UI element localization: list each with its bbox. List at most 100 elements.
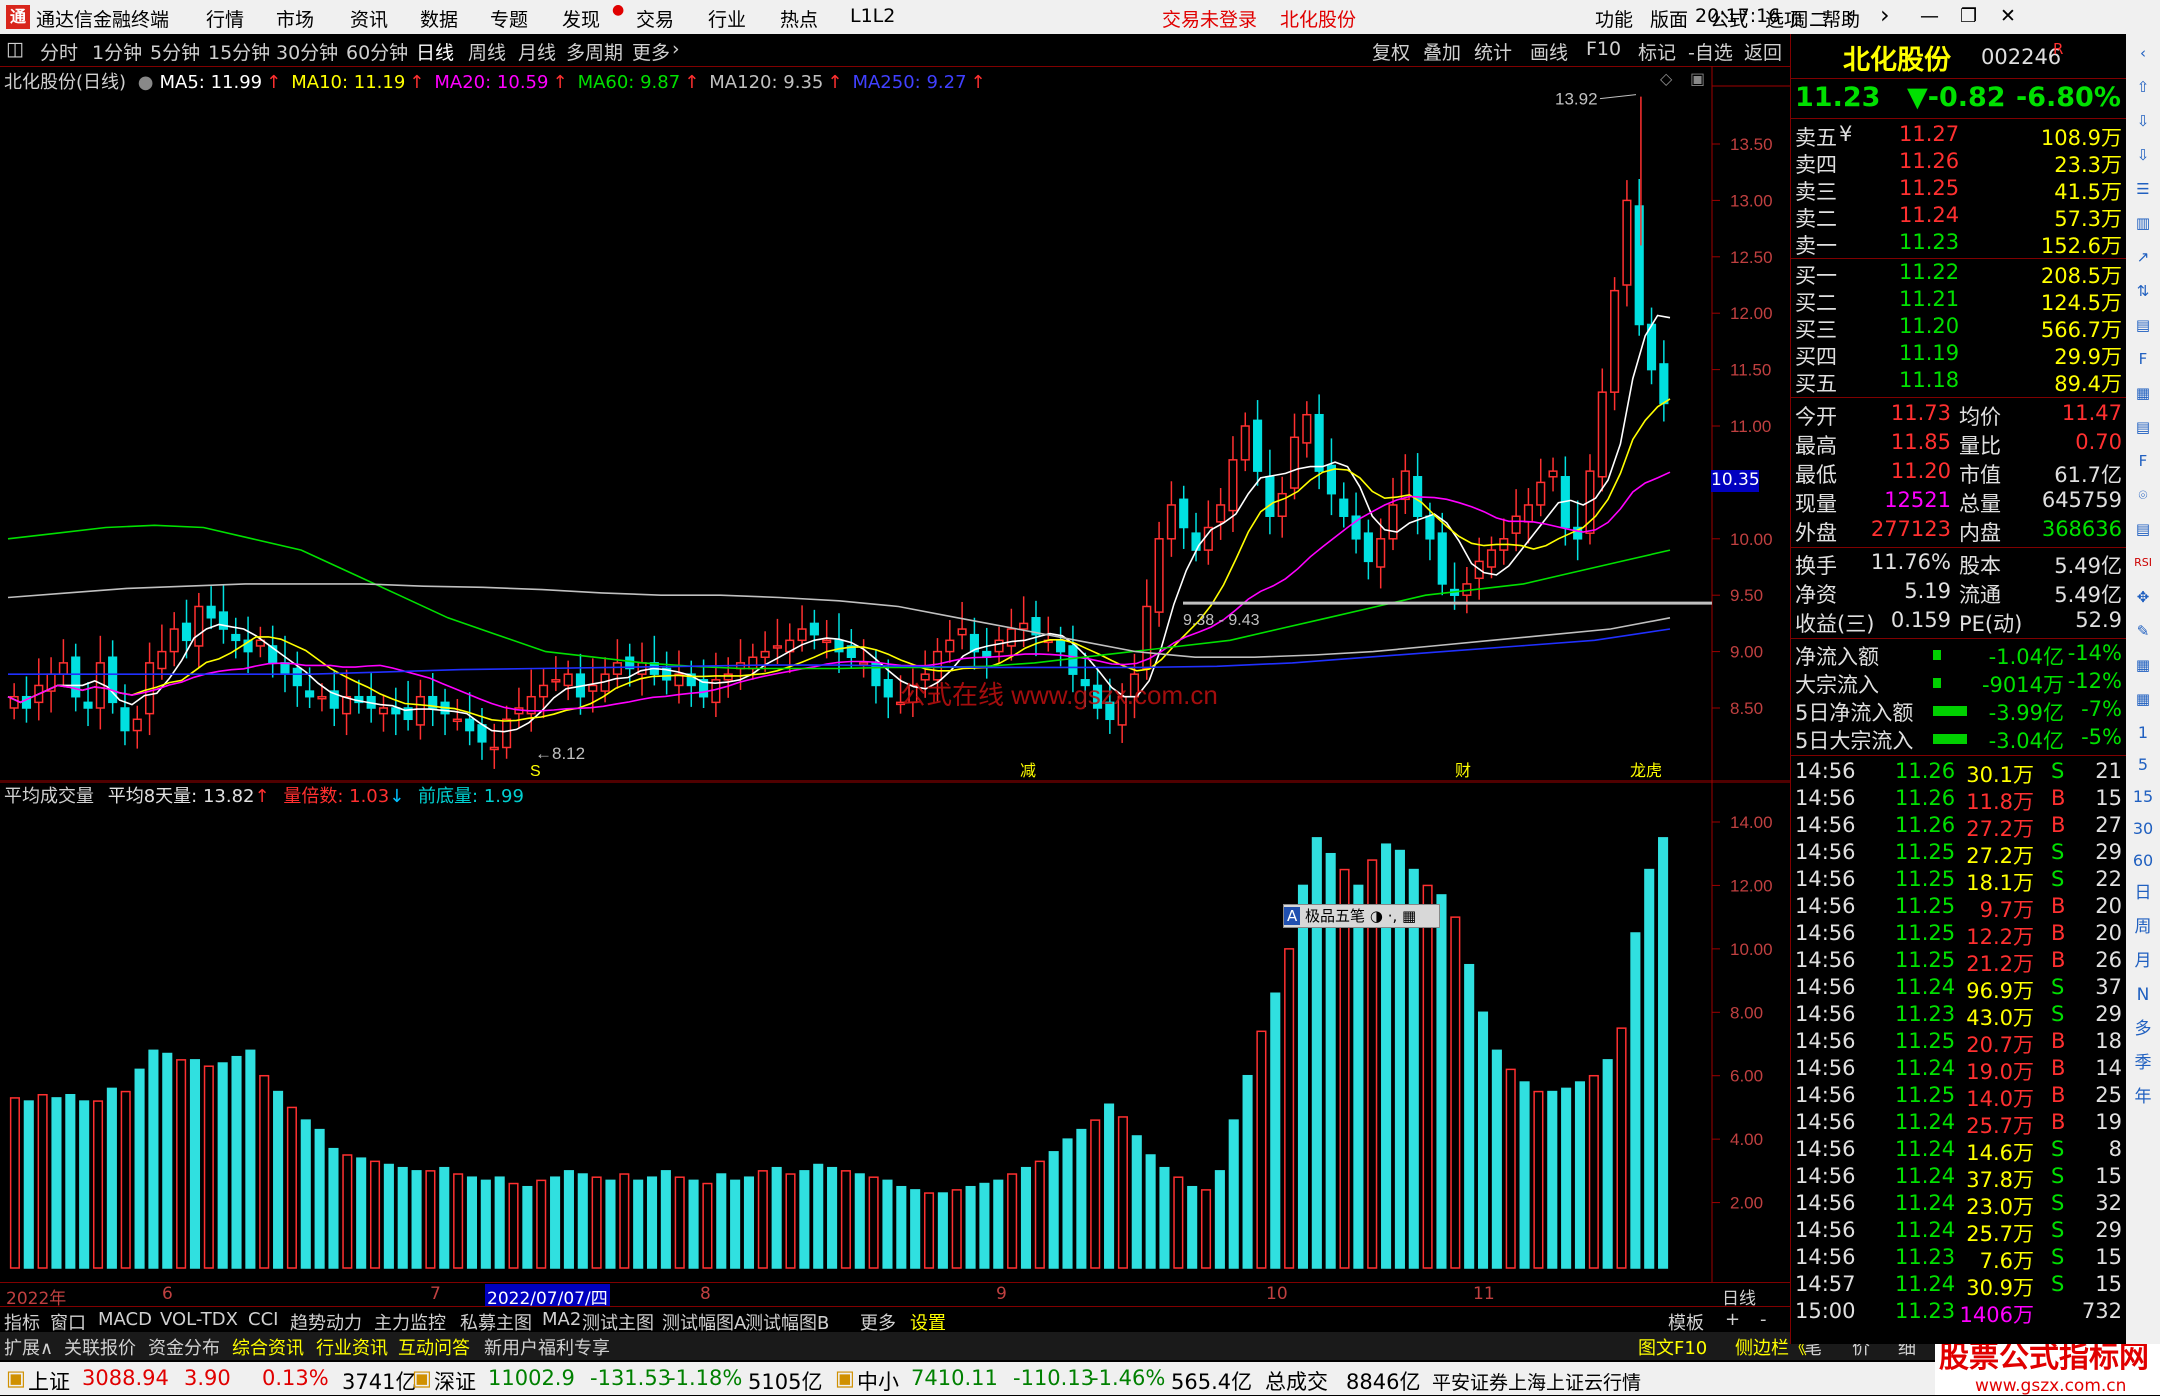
side-tool-icon[interactable]: ‹ <box>2130 40 2156 66</box>
period-tab[interactable]: 月线 <box>518 38 556 65</box>
zoom-out-button[interactable]: - <box>1760 1309 1767 1330</box>
index-name[interactable]: 深证 <box>434 1366 476 1396</box>
settings-dot-icon[interactable]: ● <box>138 72 154 93</box>
period-tab[interactable]: 5分钟 <box>150 38 200 65</box>
trade-status[interactable]: 交易未登录 <box>1162 5 1257 32</box>
side-period-item[interactable]: 年 <box>2130 1084 2156 1110</box>
period-tab[interactable]: 1分钟 <box>92 38 142 65</box>
chart-tool-button[interactable]: -自选 <box>1688 38 1733 65</box>
forward-icon[interactable]: › <box>1880 1 1890 29</box>
side-period-item[interactable]: 季 <box>2130 1050 2156 1076</box>
info-tab[interactable]: 行业资讯 <box>316 1334 388 1360</box>
info-right-tab[interactable]: 图文F10 <box>1638 1334 1707 1360</box>
bid-price: 11.20 <box>1899 314 1960 338</box>
layout-icon[interactable]: ◫ <box>6 38 24 60</box>
tick-time: 14:56 <box>1795 948 1856 972</box>
side-tool-icon[interactable]: F <box>2130 448 2156 474</box>
tick-side: B <box>2051 1110 2066 1134</box>
side-period-item[interactable]: 月 <box>2130 948 2156 974</box>
back-icon[interactable]: ‹ <box>1845 1 1855 29</box>
side-tool-icon[interactable]: ⇧ <box>2130 74 2156 100</box>
chart-tool-button[interactable]: 返回 <box>1744 38 1782 65</box>
kline-svg[interactable]: 13.50 13.00 12.50 12.00 11.50 11.00 10.00 9.50 9… <box>0 66 1792 782</box>
chevron-right-icon[interactable]: › <box>672 38 680 60</box>
menu-item-right[interactable]: 版面 <box>1650 5 1688 32</box>
side-tool-icon[interactable]: ▥ <box>2130 210 2156 236</box>
side-tool-icon[interactable]: ▤ <box>2130 312 2156 338</box>
side-period-num[interactable]: 60 <box>2130 848 2156 874</box>
menu-item[interactable]: L1L2 <box>850 5 895 27</box>
menu-item[interactable]: 专题 <box>490 5 528 32</box>
close-icon[interactable]: ✕ <box>2000 5 2016 27</box>
side-tool-icon[interactable]: ⌾ <box>2130 482 2156 508</box>
period-tab[interactable]: 60分钟 <box>346 38 408 65</box>
minimize-icon[interactable]: — <box>1920 5 1939 27</box>
volume-chart[interactable]: 14.00 12.00 10.00 8.00 6.00 4.00 2.00 平均成交量 平均… <box>0 781 1792 1282</box>
side-tool-icon[interactable]: ▦ <box>2130 652 2156 678</box>
chart-tool-button[interactable]: 标记 <box>1638 38 1676 65</box>
info-tab[interactable]: 关联报价 <box>64 1334 136 1360</box>
menu-item[interactable]: 热点 <box>780 5 818 32</box>
menu-item[interactable]: 市场 <box>276 5 314 32</box>
period-tab[interactable]: 30分钟 <box>276 38 338 65</box>
side-period-item[interactable]: 日 <box>2130 880 2156 906</box>
vol-title: 平均成交量 <box>4 786 94 807</box>
menu-item[interactable]: 行业 <box>708 5 746 32</box>
side-tool-icon[interactable]: ▤ <box>2130 516 2156 542</box>
info-tab[interactable]: 资金分布 <box>148 1334 220 1360</box>
zoom-in-button[interactable]: + <box>1725 1309 1740 1330</box>
chart-tool-button[interactable]: F10 <box>1586 38 1621 60</box>
period-tab[interactable]: 15分钟 <box>208 38 270 65</box>
period-tab[interactable]: 周线 <box>468 38 506 65</box>
index-name[interactable]: 中小 <box>857 1366 899 1396</box>
indicator-tab[interactable]: VOL-TDX <box>160 1309 238 1330</box>
side-period-num[interactable]: 30 <box>2130 816 2156 842</box>
side-tool-icon[interactable]: ⇅ <box>2130 278 2156 304</box>
info-tab[interactable]: 综合资讯 <box>232 1334 304 1360</box>
side-period-num[interactable]: 5 <box>2130 752 2156 778</box>
period-tab[interactable]: 分时 <box>40 38 78 65</box>
chart-tool-button[interactable]: 复权 <box>1372 38 1410 65</box>
side-period-item[interactable]: 多 <box>2130 1016 2156 1042</box>
side-tool-icon[interactable]: ↗ <box>2130 244 2156 270</box>
period-tab[interactable]: 多周期 <box>566 38 623 65</box>
period-tab[interactable]: 日线 <box>416 38 454 65</box>
side-tool-icon[interactable]: ✎ <box>2130 618 2156 644</box>
volume-bar <box>1547 1090 1558 1269</box>
menu-item[interactable]: 数据 <box>420 5 458 32</box>
menu-item-right[interactable]: 功能 <box>1595 5 1633 32</box>
kline-chart[interactable]: 13.50 13.00 12.50 12.00 11.50 11.00 10.00 9.50 9… <box>0 66 1792 782</box>
side-period-item[interactable]: N <box>2130 982 2156 1008</box>
info-tab[interactable]: 新用户福利专享 <box>484 1334 610 1360</box>
side-tool-icon[interactable]: RSI <box>2130 550 2156 576</box>
menu-item[interactable]: 资讯 <box>350 5 388 32</box>
indicator-tab[interactable]: MACD <box>98 1309 152 1330</box>
menu-item[interactable]: 交易 <box>636 5 674 32</box>
side-period-num[interactable]: 15 <box>2130 784 2156 810</box>
indicator-tab[interactable]: CCI <box>248 1309 278 1330</box>
ime-popup[interactable]: A 极品五笔 ◑ ·, ▦ <box>1283 904 1440 928</box>
side-tool-icon[interactable]: F <box>2130 346 2156 372</box>
side-tool-icon[interactable]: ⇩ <box>2130 142 2156 168</box>
side-tool-icon[interactable]: ▤ <box>2130 414 2156 440</box>
side-period-num[interactable]: 1 <box>2130 720 2156 746</box>
side-tool-icon[interactable]: ▦ <box>2130 380 2156 406</box>
menu-item[interactable]: 发现 <box>562 5 600 32</box>
ime-moon-icon[interactable]: ◑ ·, ▦ <box>1370 907 1416 925</box>
chart-tool-button[interactable]: 叠加 <box>1423 38 1461 65</box>
side-tool-icon[interactable]: ☰ <box>2130 176 2156 202</box>
menu-item[interactable]: 行情 <box>206 5 244 32</box>
chart-tool-button[interactable]: 画线 <box>1530 38 1568 65</box>
index-name[interactable]: 上证 <box>28 1366 70 1396</box>
side-tool-icon[interactable]: ✥ <box>2130 584 2156 610</box>
period-tab[interactable]: 更多 <box>632 38 670 65</box>
volume-svg[interactable]: 14.00 12.00 10.00 8.00 6.00 4.00 2.00 <box>0 781 1792 1282</box>
side-tool-icon[interactable]: ⇩ <box>2130 108 2156 134</box>
restore-icon[interactable]: ❐ <box>1960 5 1977 27</box>
side-tool-icon[interactable]: ▦ <box>2130 686 2156 712</box>
chart-tool-button[interactable]: 统计 <box>1474 38 1512 65</box>
side-period-item[interactable]: 周 <box>2130 914 2156 940</box>
indicator-tab[interactable]: MA2 <box>542 1309 581 1330</box>
info-tab[interactable]: 互动问答 <box>398 1334 470 1360</box>
info-tab[interactable]: 扩展∧ <box>4 1334 53 1360</box>
